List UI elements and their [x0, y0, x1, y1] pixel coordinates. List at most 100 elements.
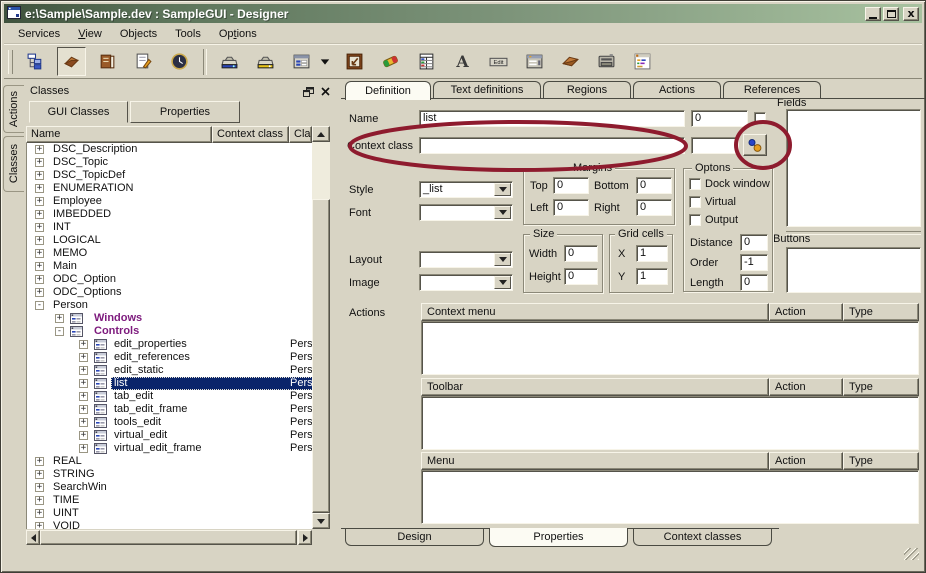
tree-row[interactable]: +tab_editPerso — [27, 390, 313, 403]
tree-row[interactable]: +SearchWin — [27, 481, 313, 494]
tab-actions[interactable]: Actions — [633, 81, 721, 98]
expand-icon[interactable]: + — [35, 145, 44, 154]
tree-row[interactable]: +ENUMERATION — [27, 182, 313, 195]
tree-row[interactable]: +Windows — [27, 312, 313, 325]
resize-grip[interactable] — [904, 548, 919, 560]
menu-view[interactable]: View — [69, 26, 111, 42]
expand-icon[interactable]: + — [35, 522, 44, 529]
height-input[interactable]: 0 — [564, 268, 598, 285]
scroll-up-button[interactable] — [312, 126, 330, 142]
tree-row[interactable]: +MEMO — [27, 247, 313, 260]
expand-icon[interactable]: + — [79, 444, 88, 453]
bottom-tab-design[interactable]: Design — [345, 529, 484, 546]
printer-icon[interactable] — [592, 47, 621, 76]
collapse-icon[interactable]: - — [35, 301, 44, 310]
menu-objects[interactable]: Objects — [111, 26, 166, 42]
expand-icon[interactable]: + — [79, 379, 88, 388]
collapse-icon[interactable]: - — [55, 327, 64, 336]
image-dropdown-button[interactable] — [494, 276, 511, 289]
fields-listbox[interactable] — [786, 109, 921, 227]
font-dropdown-button[interactable] — [494, 206, 511, 219]
toolbar-title-column[interactable]: Toolbar — [421, 378, 769, 396]
menu-options[interactable]: Options — [210, 26, 266, 42]
name-aux-input[interactable]: 0 — [691, 110, 748, 127]
tree-row[interactable]: +ODC_Option — [27, 273, 313, 286]
tree-row[interactable]: +tab_edit_framePerso — [27, 403, 313, 416]
dock-window-checkbox[interactable] — [689, 178, 701, 190]
tree-row[interactable]: +TIME — [27, 494, 313, 507]
tree-row[interactable]: +tools_editPerso — [27, 416, 313, 429]
tree-horizontal-scrollbar[interactable] — [26, 530, 312, 545]
clock-icon[interactable] — [165, 47, 194, 76]
expand-icon[interactable]: + — [35, 288, 44, 297]
column-header-context-class[interactable]: Context class — [212, 126, 289, 143]
tree-row[interactable]: +virtual_edit_framePerso — [27, 442, 313, 455]
expand-icon[interactable]: + — [35, 483, 44, 492]
context-class-picker-button[interactable] — [743, 134, 767, 156]
virtual-checkbox[interactable] — [689, 196, 701, 208]
edit-label-icon[interactable]: Edit — [484, 47, 513, 76]
layout-dropdown-button[interactable] — [494, 253, 511, 266]
minimize-button[interactable] — [865, 7, 881, 21]
table-icon[interactable] — [412, 47, 441, 76]
expand-icon[interactable]: + — [35, 262, 44, 271]
bottom-tab-context-classes[interactable]: Context classes — [633, 529, 772, 546]
tree-row[interactable]: +virtual_editPerso — [27, 429, 313, 442]
width-input[interactable]: 0 — [564, 245, 598, 262]
expand-icon[interactable]: + — [79, 353, 88, 362]
expand-icon[interactable]: + — [79, 340, 88, 349]
column-header-name[interactable]: Name — [26, 126, 212, 143]
float-panel-button[interactable] — [301, 85, 315, 98]
layout-combo[interactable] — [419, 251, 513, 268]
tree-row[interactable]: -Person — [27, 299, 313, 312]
tab-text-definitions[interactable]: Text definitions — [433, 81, 541, 98]
expand-icon[interactable]: + — [35, 197, 44, 206]
maximize-button[interactable] — [883, 7, 899, 21]
expand-icon[interactable]: + — [35, 236, 44, 245]
screen-capture-icon[interactable] — [340, 47, 369, 76]
tree-row[interactable]: +DSC_TopicDef — [27, 169, 313, 182]
tree-row[interactable]: +listPerso — [27, 377, 313, 390]
eraser-plain-icon[interactable] — [556, 47, 585, 76]
expand-icon[interactable]: + — [35, 457, 44, 466]
scroll-right-button[interactable] — [298, 530, 312, 545]
tree-row[interactable]: +DSC_Description — [27, 143, 313, 156]
book-icon[interactable] — [93, 47, 122, 76]
hierarchy-icon[interactable] — [21, 47, 50, 76]
image-combo[interactable] — [419, 274, 513, 291]
expand-icon[interactable]: + — [35, 171, 44, 180]
tree-row[interactable]: +DSC_Topic — [27, 156, 313, 169]
vscroll-thumb[interactable] — [312, 199, 330, 513]
side-tab-classes[interactable]: Classes — [3, 136, 24, 192]
context-menu-table-body[interactable] — [421, 321, 919, 375]
code-window-icon[interactable] — [628, 47, 657, 76]
menu-action-column[interactable]: Action — [769, 452, 843, 470]
ribbon-icon[interactable] — [376, 47, 405, 76]
toolbar-action-column[interactable]: Action — [769, 378, 843, 396]
bottom-tab-properties[interactable]: Properties — [489, 528, 628, 547]
side-tab-actions[interactable]: Actions — [3, 85, 24, 133]
edit-document-icon[interactable] — [129, 47, 158, 76]
close-button[interactable]: x — [903, 7, 919, 21]
tree-row[interactable]: +ODC_Options — [27, 286, 313, 299]
tab-regions[interactable]: Regions — [543, 81, 631, 98]
name-checkbox[interactable] — [754, 112, 766, 124]
dropdown-arrow-icon[interactable] — [317, 47, 333, 76]
tree-row[interactable]: +UINT — [27, 507, 313, 520]
expand-icon[interactable]: + — [79, 392, 88, 401]
tree-row[interactable]: +Main — [27, 260, 313, 273]
font-icon[interactable]: A — [448, 47, 477, 76]
expand-icon[interactable]: + — [55, 314, 64, 323]
style-combo[interactable]: _list — [419, 181, 513, 198]
tree-row[interactable]: -Controls — [27, 325, 313, 338]
menu-table-body[interactable] — [421, 470, 919, 524]
tree-row[interactable]: +LOGICAL — [27, 234, 313, 247]
expand-icon[interactable]: + — [35, 249, 44, 258]
menu-title-column[interactable]: Menu — [421, 452, 769, 470]
context-menu-type-column[interactable]: Type — [843, 303, 919, 321]
tree-row[interactable]: +INT — [27, 221, 313, 234]
expand-icon[interactable]: + — [79, 418, 88, 427]
toolbar-table-body[interactable] — [421, 396, 919, 450]
expand-icon[interactable]: + — [35, 184, 44, 193]
grid-y-input[interactable]: 1 — [636, 268, 668, 285]
